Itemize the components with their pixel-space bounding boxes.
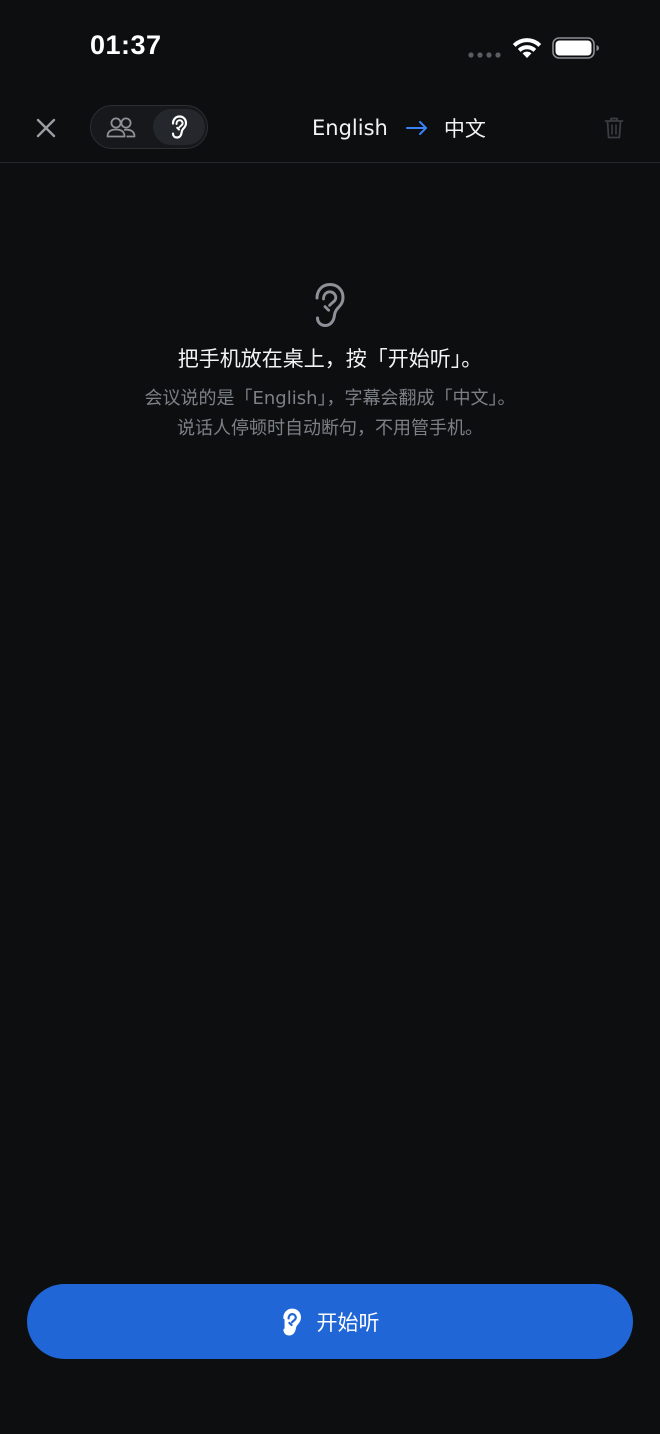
mode-toggle bbox=[90, 105, 208, 149]
screen: 01:37 English 中文 把手机放在桌上，按「开始听」。 会议说的是「E… bbox=[0, 0, 660, 1434]
target-language[interactable]: 中文 bbox=[444, 113, 486, 143]
start-listening-button[interactable]: 开始听 bbox=[27, 1284, 633, 1359]
close-icon bbox=[36, 118, 56, 138]
nav-bar: English 中文 bbox=[0, 96, 660, 163]
arrow-right-icon bbox=[405, 121, 428, 135]
battery-icon bbox=[552, 37, 599, 59]
ear-icon bbox=[315, 282, 345, 328]
mode-conversation-button[interactable] bbox=[95, 109, 147, 145]
mode-listen-button[interactable] bbox=[153, 109, 205, 145]
people-icon bbox=[106, 117, 136, 138]
start-button-label: 开始听 bbox=[316, 1310, 380, 1335]
empty-state-description-line1: 会议说的是「English」，字幕会翻成「中文」。 bbox=[144, 388, 516, 409]
status-bar: 01:37 bbox=[0, 0, 660, 96]
ear-icon bbox=[282, 1308, 301, 1336]
wifi-icon bbox=[512, 38, 542, 58]
empty-state-title: 把手机放在桌上，按「开始听」。 bbox=[177, 347, 483, 371]
language-pair: English 中文 bbox=[300, 112, 486, 144]
status-time: 01:37 bbox=[90, 30, 162, 60]
ear-icon bbox=[171, 115, 188, 139]
close-button[interactable] bbox=[28, 110, 64, 146]
empty-state: 把手机放在桌上，按「开始听」。 会议说的是「English」，字幕会翻成「中文」… bbox=[0, 282, 660, 444]
empty-state-description: 会议说的是「English」，字幕会翻成「中文」。 说话人停顿时自动断句，不用管… bbox=[0, 384, 660, 444]
signal-bars-icon bbox=[468, 52, 501, 58]
trash-button[interactable] bbox=[598, 112, 630, 144]
trash-icon bbox=[604, 117, 624, 139]
empty-state-description-line2: 说话人停顿时自动断句，不用管手机。 bbox=[177, 418, 483, 439]
source-language[interactable]: English bbox=[312, 116, 388, 140]
